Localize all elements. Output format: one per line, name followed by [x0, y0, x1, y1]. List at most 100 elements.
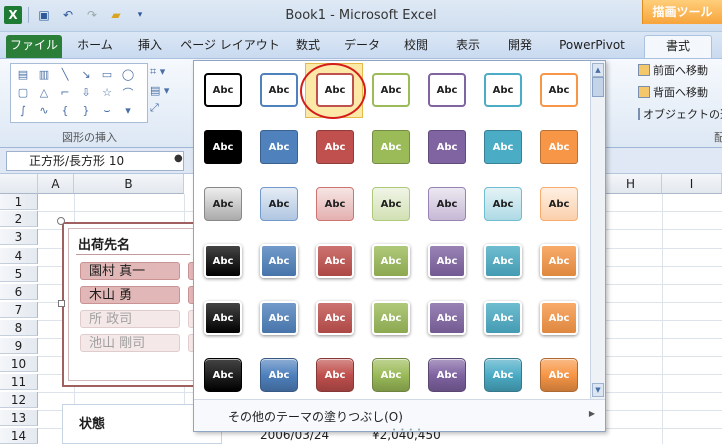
shape-style-swatch[interactable]: Abc: [204, 358, 242, 392]
draw-textbox-button[interactable]: ▤ ▾: [150, 81, 188, 99]
shape-style-swatch[interactable]: Abc: [484, 130, 522, 164]
tab-developer[interactable]: 開発: [500, 35, 540, 58]
row-header-9[interactable]: 9: [0, 338, 38, 354]
arrow-shape-icon[interactable]: ↘: [76, 66, 96, 83]
shape-style-swatch[interactable]: Abc: [484, 187, 522, 221]
shape-style-swatch[interactable]: Abc: [484, 244, 522, 278]
resize-handle[interactable]: [58, 300, 65, 307]
shape-style-swatch[interactable]: Abc: [484, 301, 522, 335]
name-box[interactable]: 正方形/長方形 10: [6, 151, 184, 171]
shape-style-swatch[interactable]: Abc: [260, 187, 298, 221]
shape-style-swatch[interactable]: Abc: [428, 73, 466, 107]
row-header-5[interactable]: 5: [0, 266, 38, 282]
curve-shape-icon[interactable]: ∫: [13, 102, 33, 119]
row-header-13[interactable]: 13: [0, 410, 38, 426]
scroll-up-icon[interactable]: ▲: [592, 63, 604, 77]
shape-style-swatch[interactable]: Abc: [316, 244, 354, 278]
resize-handle[interactable]: [57, 217, 65, 225]
shape-style-swatch[interactable]: Abc: [540, 130, 578, 164]
freeform-shape-icon[interactable]: ∿: [34, 102, 54, 119]
row-header-10[interactable]: 10: [0, 356, 38, 372]
row-header-1[interactable]: 1: [0, 194, 38, 210]
shape-style-swatch[interactable]: Abc: [260, 73, 298, 107]
shape-style-swatch[interactable]: Abc: [204, 187, 242, 221]
tab-data[interactable]: データ: [340, 35, 384, 58]
shape-effects-button[interactable]: ⤢: [150, 99, 188, 117]
rectangle-shape-icon[interactable]: ▭: [97, 66, 117, 83]
select-all-corner[interactable]: [0, 174, 38, 194]
shape-style-swatch[interactable]: Abc: [260, 301, 298, 335]
shape-style-swatch[interactable]: Abc: [428, 358, 466, 392]
shape-style-swatch[interactable]: Abc: [540, 301, 578, 335]
column-header-b[interactable]: B: [74, 174, 184, 194]
shape-style-swatch[interactable]: Abc: [372, 244, 410, 278]
bracket-right-shape-icon[interactable]: }: [76, 102, 96, 119]
row-header-3[interactable]: 3: [0, 229, 38, 245]
gallery-scrollbar[interactable]: ▲ ▼: [590, 61, 605, 399]
slicer-item[interactable]: 所 政司: [80, 310, 180, 328]
tab-formulas[interactable]: 数式: [288, 35, 328, 58]
slicer-item[interactable]: 園村 真一: [80, 262, 180, 280]
shape-style-swatch[interactable]: Abc: [484, 73, 522, 107]
shape-style-swatch[interactable]: Abc: [372, 73, 410, 107]
edit-shape-button[interactable]: ⌗ ▾: [150, 63, 188, 81]
scroll-down-icon[interactable]: ▼: [592, 383, 604, 397]
shape-style-swatch[interactable]: Abc: [316, 358, 354, 392]
tab-insert[interactable]: 挿入: [128, 35, 172, 58]
down-arrow-shape-icon[interactable]: ⇩: [76, 84, 96, 101]
oval-shape-icon[interactable]: ◯: [118, 66, 138, 83]
star-shape-icon[interactable]: ☆: [97, 84, 117, 101]
shape-style-swatch[interactable]: Abc: [540, 244, 578, 278]
bracket-left-shape-icon[interactable]: {: [55, 102, 75, 119]
row-header-14[interactable]: 14: [0, 428, 38, 444]
shape-style-swatch[interactable]: Abc: [204, 244, 242, 278]
row-header-6[interactable]: 6: [0, 284, 38, 300]
shape-style-swatch[interactable]: Abc: [372, 187, 410, 221]
tab-page-layout[interactable]: ページ レイアウト: [180, 35, 280, 58]
row-header-11[interactable]: 11: [0, 374, 38, 390]
row-header-2[interactable]: 2: [0, 211, 38, 227]
shape-style-swatch[interactable]: Abc: [260, 130, 298, 164]
row-header-4[interactable]: 4: [0, 248, 38, 264]
shape-style-swatch[interactable]: Abc: [372, 301, 410, 335]
tab-home[interactable]: ホーム: [70, 35, 120, 58]
shape-style-swatch[interactable]: Abc: [372, 130, 410, 164]
tab-file[interactable]: ファイル: [6, 35, 62, 58]
tab-powerpivot[interactable]: PowerPivot: [552, 35, 632, 58]
column-header-h[interactable]: H: [600, 174, 662, 194]
vertical-textbox-shape-icon[interactable]: ▥: [34, 66, 54, 83]
triangle-shape-icon[interactable]: △: [34, 84, 54, 101]
textbox-shape-icon[interactable]: ▤: [13, 66, 33, 83]
wedge-shape-icon[interactable]: ⌒: [118, 84, 138, 101]
scroll-thumb[interactable]: [592, 77, 604, 97]
tab-view[interactable]: 表示: [448, 35, 488, 58]
resize-grip-icon[interactable]: • • • •: [392, 426, 422, 434]
arc-shape-icon[interactable]: ⌣: [97, 102, 117, 119]
tab-review[interactable]: 校閲: [396, 35, 436, 58]
shape-style-swatch[interactable]: Abc: [260, 358, 298, 392]
shape-style-swatch[interactable]: Abc: [204, 130, 242, 164]
shape-style-swatch[interactable]: Abc: [428, 130, 466, 164]
tab-format[interactable]: 書式: [644, 35, 712, 58]
shape-style-swatch[interactable]: Abc: [260, 244, 298, 278]
slicer-item[interactable]: 池山 剛司: [80, 334, 180, 352]
more-shapes-icon[interactable]: ▾: [118, 102, 138, 119]
elbow-connector-icon[interactable]: ⌐: [55, 84, 75, 101]
shape-style-swatch[interactable]: Abc: [316, 187, 354, 221]
more-fills-menu-item[interactable]: その他のテーマの塗りつぶし(O) ▶ • • • •: [194, 399, 605, 434]
slicer-ship-to[interactable]: 出荷先名 園村 真一 木山 勇 所 政司 池山 剛司: [62, 222, 204, 387]
selection-pane-button[interactable]: オブジェクトの選: [638, 103, 722, 125]
line-shape-icon[interactable]: ╲: [55, 66, 75, 83]
rounded-rect-shape-icon[interactable]: ▢: [13, 84, 33, 101]
row-header-7[interactable]: 7: [0, 302, 38, 318]
shape-style-swatch[interactable]: Abc: [428, 301, 466, 335]
shape-style-swatch[interactable]: Abc: [484, 358, 522, 392]
send-backward-button[interactable]: 背面へ移動: [638, 81, 722, 103]
shape-style-swatch[interactable]: Abc: [204, 73, 242, 107]
shape-style-swatch[interactable]: Abc: [204, 301, 242, 335]
shape-style-swatch[interactable]: Abc: [540, 358, 578, 392]
slicer-item[interactable]: 木山 勇: [80, 286, 180, 304]
shape-style-swatch[interactable]: Abc: [372, 358, 410, 392]
row-header-12[interactable]: 12: [0, 392, 38, 408]
shape-style-swatch[interactable]: Abc: [540, 187, 578, 221]
